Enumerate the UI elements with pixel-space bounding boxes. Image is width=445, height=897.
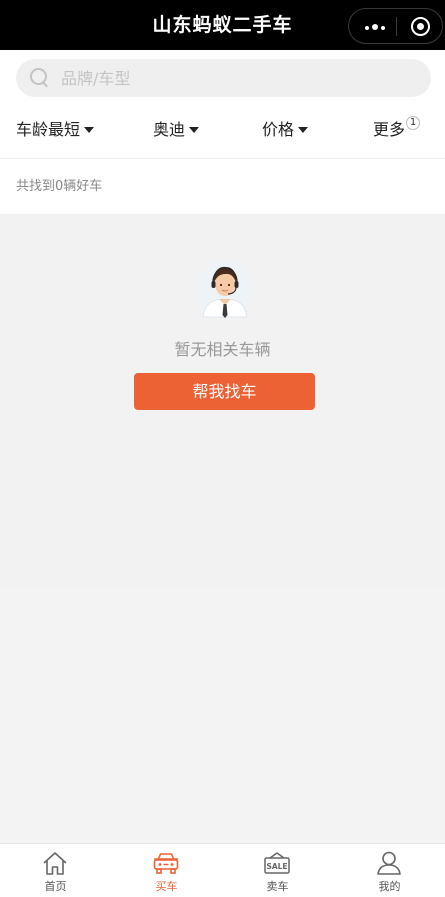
tab-sell-car-label: 卖车: [266, 880, 289, 893]
filter-price-label: 价格: [262, 120, 295, 139]
search-box[interactable]: [16, 59, 431, 97]
tab-mine[interactable]: 我的: [334, 844, 445, 897]
filter-age-label: 车龄最短: [16, 120, 81, 139]
tab-sell-car[interactable]: SALE 卖车: [222, 844, 333, 897]
tab-buy-car[interactable]: 买车: [111, 844, 222, 897]
home-icon: [43, 852, 67, 875]
search-input[interactable]: [61, 59, 411, 97]
more-dots-icon[interactable]: [365, 24, 387, 30]
title-bar: 山东蚂蚁二手车: [0, 0, 445, 50]
svg-text:SALE: SALE: [266, 862, 287, 871]
filter-brand-label: 奥迪: [153, 120, 186, 139]
mini-program-capsule: [348, 8, 443, 44]
content-background: [0, 587, 445, 843]
tab-home-label: 首页: [44, 880, 67, 893]
empty-state: 暂无相关车辆 帮我找车: [0, 214, 445, 587]
caret-down-icon: [84, 126, 95, 133]
target-icon[interactable]: [411, 17, 430, 36]
user-icon: [377, 851, 401, 875]
filter-price[interactable]: 价格: [262, 105, 309, 155]
tab-buy-car-label: 买车: [155, 880, 178, 893]
filter-more-label: 更多: [373, 120, 406, 139]
capsule-divider: [396, 17, 397, 36]
caret-down-icon: [189, 126, 200, 133]
bottom-tab-bar: 首页 买车 SALE 卖车 我的: [0, 843, 445, 897]
filter-age[interactable]: 车龄最短: [16, 105, 95, 155]
caret-down-icon: [298, 126, 309, 133]
car-icon: [153, 853, 179, 874]
sale-tag-icon: SALE: [264, 852, 290, 874]
search-bar: [0, 50, 445, 105]
tab-mine-label: 我的: [378, 880, 401, 893]
filter-count-badge: 1: [406, 116, 420, 130]
result-summary: 共找到0辆好车: [0, 160, 445, 214]
empty-message: 暂无相关车辆: [174, 340, 271, 359]
tab-home[interactable]: 首页: [0, 844, 111, 897]
search-icon: [30, 68, 50, 88]
result-count-text: 共找到0辆好车: [16, 179, 103, 194]
filter-more[interactable]: 更多: [373, 105, 405, 155]
filter-brand[interactable]: 奥迪: [153, 105, 200, 155]
filter-bar: 车龄最短 奥迪 价格 更多 1: [0, 105, 445, 159]
customer-service-avatar-icon: [197, 261, 253, 318]
help-find-car-button[interactable]: 帮我找车: [134, 373, 315, 410]
